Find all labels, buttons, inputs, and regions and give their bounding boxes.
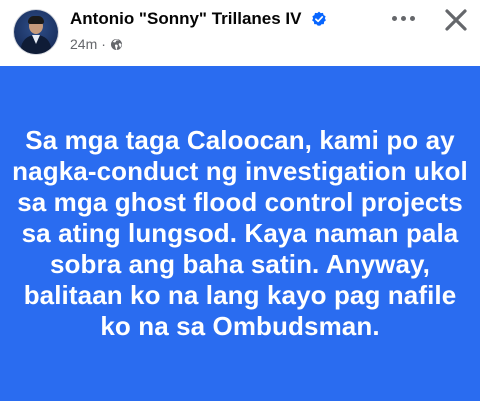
more-options-button[interactable] [385, 4, 421, 32]
post-meta: 24m · [70, 36, 123, 52]
post-header: Antonio "Sonny" Trillanes IV 24m · [0, 0, 480, 66]
post-timestamp[interactable]: 24m [70, 36, 97, 52]
author-name[interactable]: Antonio "Sonny" Trillanes IV [70, 9, 301, 29]
post-body: Sa mga taga Caloocan, kami po ay nagka-c… [0, 66, 480, 401]
verified-badge-icon [312, 11, 326, 26]
more-options-icon [391, 15, 397, 21]
globe-icon[interactable] [110, 38, 123, 51]
more-options-icon [400, 15, 406, 21]
close-icon [445, 9, 467, 31]
post-text: Sa mga taga Caloocan, kami po ay nagka-c… [12, 125, 468, 341]
avatar-hair [28, 16, 44, 24]
more-options-icon [409, 15, 415, 21]
author-avatar[interactable] [14, 10, 58, 54]
close-button[interactable] [440, 4, 472, 36]
meta-separator: · [101, 36, 106, 52]
